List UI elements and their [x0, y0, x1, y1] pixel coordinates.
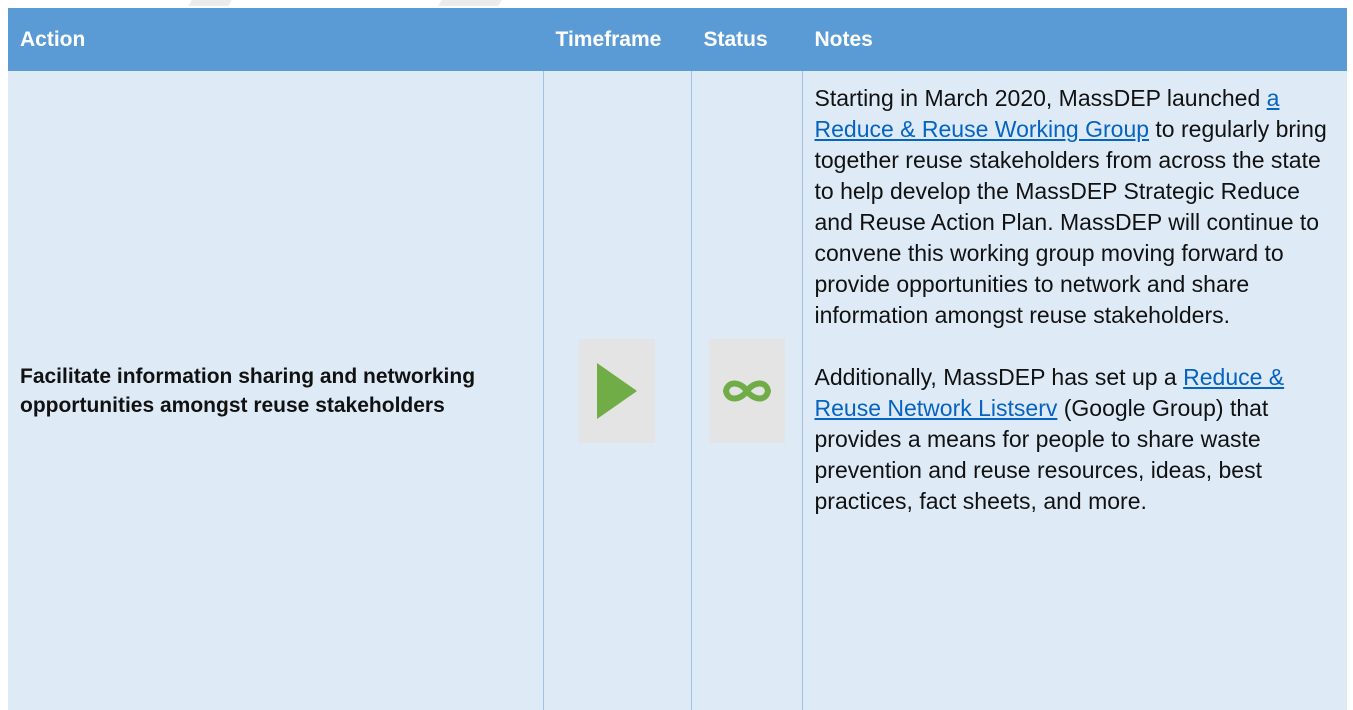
timeframe-cell	[543, 71, 692, 710]
play-icon	[597, 362, 637, 419]
header-timeframe: Timeframe	[543, 8, 692, 71]
action-cell: Facilitate information sharing and netwo…	[8, 71, 544, 710]
timeframe-icon-box	[579, 338, 655, 443]
header-notes: Notes	[802, 8, 1347, 71]
header-action: Action	[8, 8, 544, 71]
infinity-icon	[722, 380, 771, 401]
notes-cell: Starting in March 2020, MassDEP launched…	[802, 71, 1347, 710]
table-row: Facilitate information sharing and netwo…	[8, 71, 1347, 710]
header-status: Status	[691, 8, 803, 71]
notes-text: to regularly bring together reuse stakeh…	[814, 116, 1327, 328]
watermark-fragment	[188, 0, 232, 6]
notes-paragraph-1: Starting in March 2020, MassDEP launched…	[815, 83, 1334, 331]
notes-text: Additionally, MassDEP has set up a	[814, 364, 1184, 390]
notes-paragraph-2: Additionally, MassDEP has set up a Reduc…	[815, 362, 1334, 517]
notes-text: Starting in March 2020, MassDEP launched	[814, 85, 1267, 111]
document-page: Action Timeframe Status Notes Facilitate…	[0, 0, 1353, 710]
table-header-row: Action Timeframe Status Notes	[8, 8, 1347, 71]
status-icon-box	[708, 338, 785, 443]
watermark-fragment	[438, 0, 502, 6]
action-plan-table: Action Timeframe Status Notes Facilitate…	[8, 8, 1347, 710]
status-cell	[691, 71, 803, 710]
